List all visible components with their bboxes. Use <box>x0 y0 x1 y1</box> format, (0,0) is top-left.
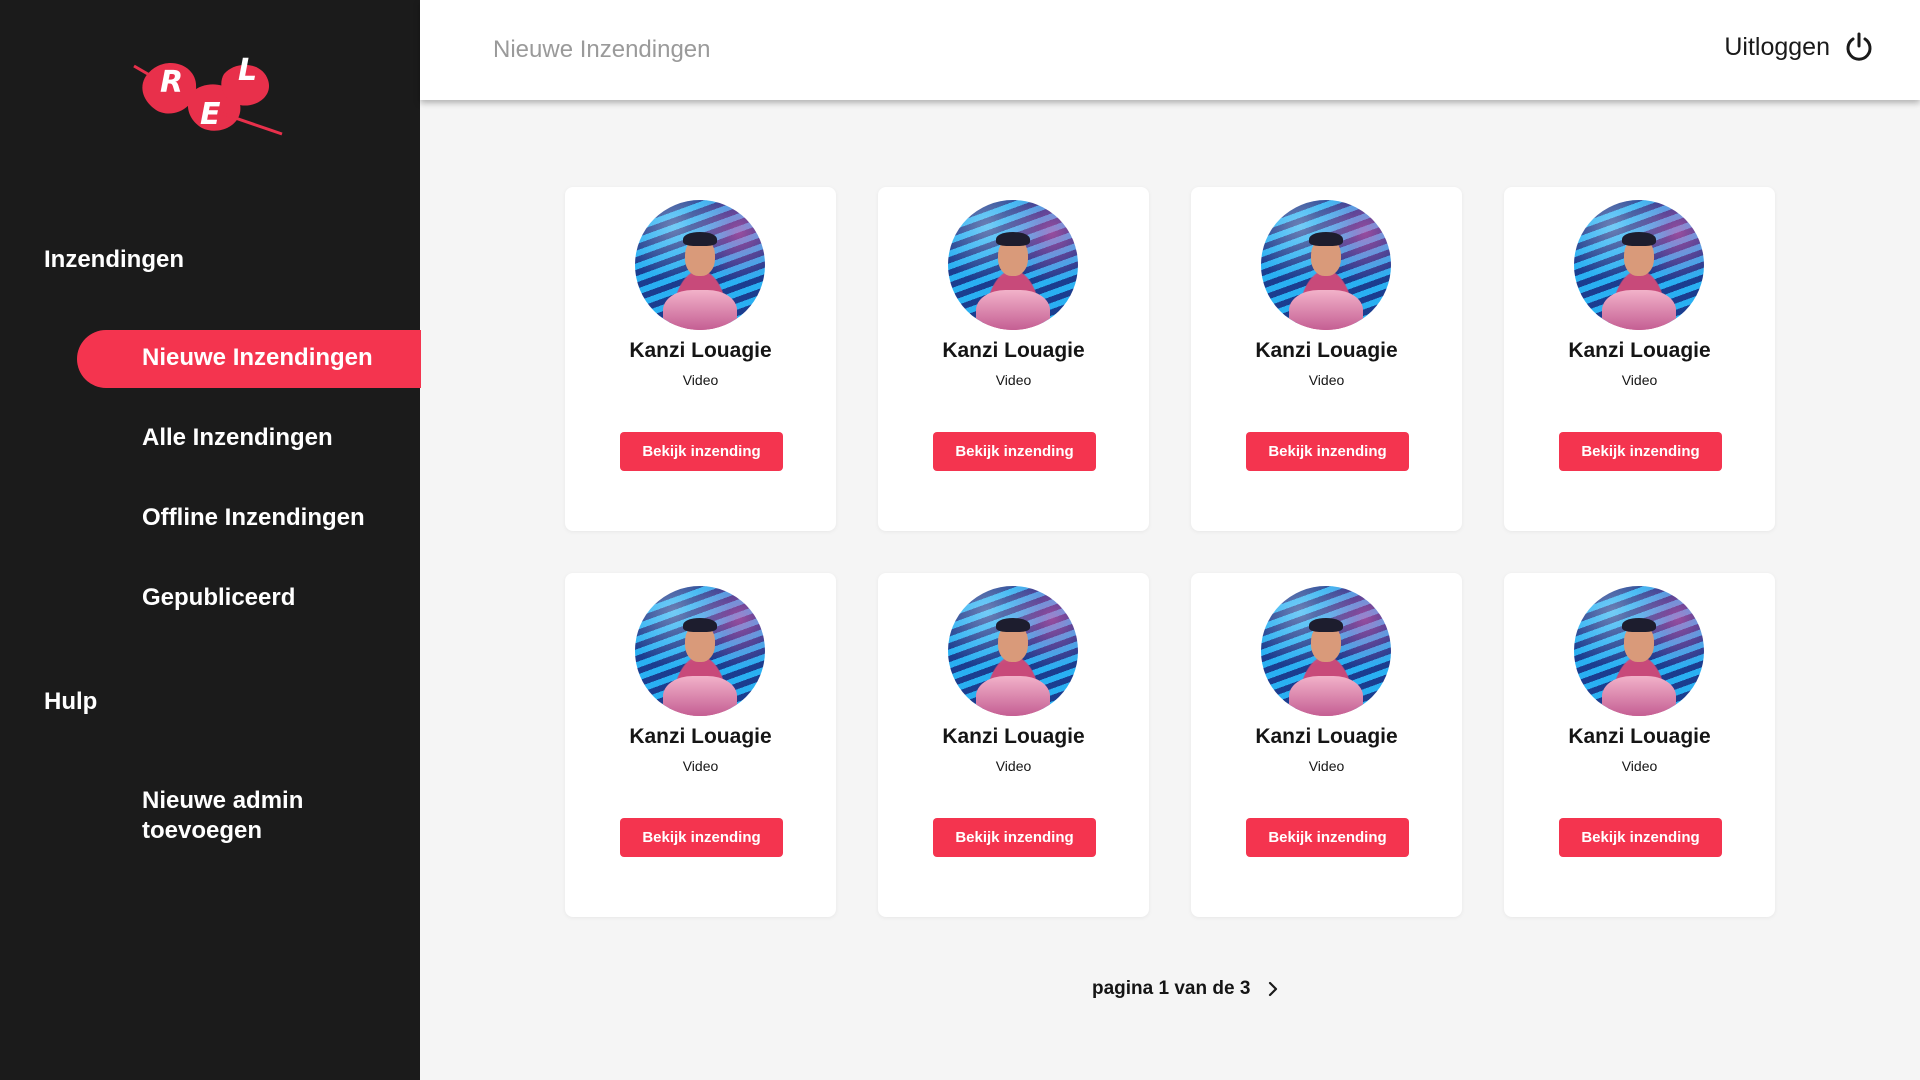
logo-letter-l: L <box>238 53 257 88</box>
submission-card: Kanzi Louagie Video Bekijk inzending <box>1191 573 1462 917</box>
view-submission-button[interactable]: Bekijk inzending <box>1559 818 1722 857</box>
submission-card: Kanzi Louagie Video Bekijk inzending <box>565 573 836 917</box>
submitter-name: Kanzi Louagie <box>1568 339 1711 362</box>
sidebar-item-offline-inzendingen[interactable]: Offline Inzendingen <box>142 503 365 533</box>
submission-type: Video <box>1308 758 1345 774</box>
logo[interactable]: R E L <box>132 48 284 136</box>
submitter-name: Kanzi Louagie <box>942 339 1085 362</box>
section-heading-inzendingen: Inzendingen <box>44 246 184 273</box>
logout-label: Uitloggen <box>1724 32 1830 61</box>
submission-type: Video <box>682 758 719 774</box>
avatar <box>1261 586 1391 716</box>
sidebar-item-label-line1: Nieuwe admin <box>142 787 304 814</box>
avatar <box>635 586 765 716</box>
sidebar-item-label: Nieuwe Inzendingen <box>142 344 373 371</box>
submitter-name: Kanzi Louagie <box>629 339 772 362</box>
submission-card: Kanzi Louagie Video Bekijk inzending <box>565 187 836 531</box>
submission-type: Video <box>1308 372 1345 388</box>
submitter-name: Kanzi Louagie <box>1568 725 1711 748</box>
sidebar-item-label-line2: toevoegen <box>142 817 263 844</box>
submission-card: Kanzi Louagie Video Bekijk inzending <box>1191 187 1462 531</box>
view-submission-button[interactable]: Bekijk inzending <box>933 818 1096 857</box>
submission-type: Video <box>1621 372 1658 388</box>
sidebar-item-nieuwe-admin[interactable]: Nieuwe admin toevoegen <box>142 786 303 846</box>
submission-card: Kanzi Louagie Video Bekijk inzending <box>1504 187 1775 531</box>
avatar <box>948 200 1078 330</box>
submitter-name: Kanzi Louagie <box>1255 339 1398 362</box>
avatar <box>635 200 765 330</box>
view-submission-button[interactable]: Bekijk inzending <box>620 818 783 857</box>
submission-card: Kanzi Louagie Video Bekijk inzending <box>878 573 1149 917</box>
view-submission-button[interactable]: Bekijk inzending <box>1246 818 1409 857</box>
chevron-right-icon[interactable] <box>1264 980 1282 998</box>
submitter-name: Kanzi Louagie <box>1255 725 1398 748</box>
logo-letter-e: E <box>200 97 221 132</box>
view-submission-button[interactable]: Bekijk inzending <box>620 432 783 471</box>
pagination-label: pagina 1 van de 3 <box>1092 978 1251 999</box>
submitter-name: Kanzi Louagie <box>629 725 772 748</box>
submission-card: Kanzi Louagie Video Bekijk inzending <box>878 187 1149 531</box>
avatar <box>1574 586 1704 716</box>
view-submission-button[interactable]: Bekijk inzending <box>1246 432 1409 471</box>
avatar <box>1574 200 1704 330</box>
submission-type: Video <box>995 372 1032 388</box>
sidebar-item-alle-inzendingen[interactable]: Alle Inzendingen <box>142 423 333 453</box>
avatar <box>948 586 1078 716</box>
pagination: pagina 1 van de 3 <box>1092 978 1282 1000</box>
avatar <box>1261 200 1391 330</box>
submitter-name: Kanzi Louagie <box>942 725 1085 748</box>
logout-button[interactable]: Uitloggen <box>1724 32 1874 62</box>
sidebar: R E L Inzendingen Nieuwe Inzendingen All… <box>0 0 421 1080</box>
submission-type: Video <box>1621 758 1658 774</box>
sidebar-item-nieuwe-inzendingen[interactable]: Nieuwe Inzendingen <box>77 330 421 388</box>
submission-type: Video <box>682 372 719 388</box>
sidebar-item-gepubliceerd[interactable]: Gepubliceerd <box>142 583 295 613</box>
page-title: Nieuwe Inzendingen <box>493 36 711 63</box>
view-submission-button[interactable]: Bekijk inzending <box>933 432 1096 471</box>
view-submission-button[interactable]: Bekijk inzending <box>1559 432 1722 471</box>
submission-card: Kanzi Louagie Video Bekijk inzending <box>1504 573 1775 917</box>
power-icon <box>1846 32 1872 61</box>
submissions-grid: Kanzi Louagie Video Bekijk inzending Kan… <box>565 187 1775 917</box>
submission-type: Video <box>995 758 1032 774</box>
logo-letter-r: R <box>160 65 183 100</box>
section-heading-hulp: Hulp <box>44 688 98 715</box>
top-bar: Nieuwe Inzendingen Uitloggen <box>420 0 1920 100</box>
